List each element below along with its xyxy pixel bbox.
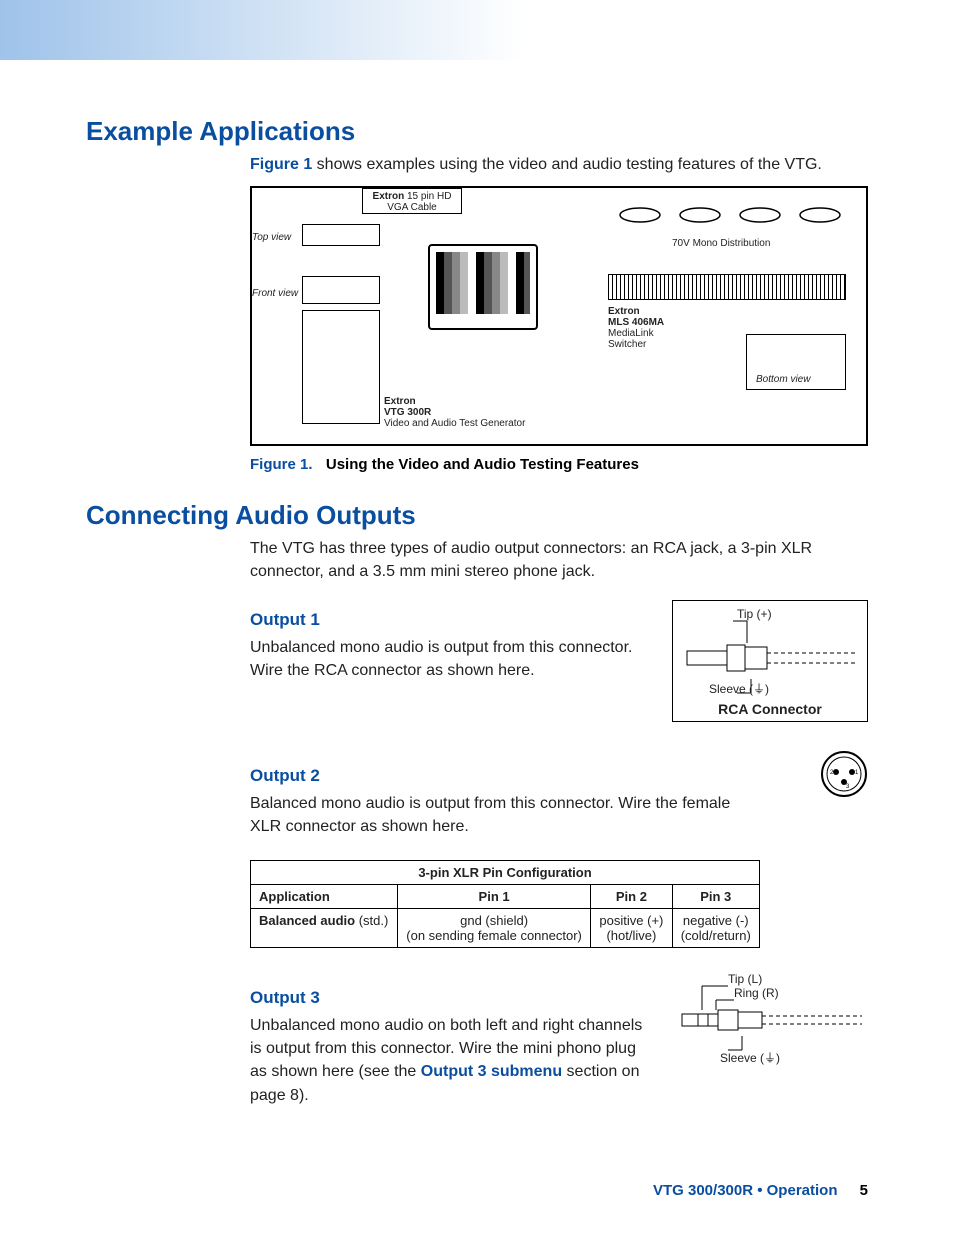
figure-1-caption: Figure 1. Using the Video and Audio Test… bbox=[250, 456, 868, 474]
footer-text: VTG 300/300R • Operation bbox=[653, 1182, 837, 1199]
mini-phono-diagram: Tip (L) Ring (R) Sleeve (⏚) bbox=[672, 972, 868, 1072]
rca-caption: RCA Connector bbox=[673, 701, 867, 717]
mls-brand: Extron bbox=[608, 306, 640, 317]
phono-sleeve-label: Sleeve (⏚) bbox=[720, 1049, 780, 1066]
top-view-label: Top view bbox=[252, 232, 291, 243]
table-row-pin2: positive (+)(hot/live) bbox=[591, 908, 672, 947]
svg-text:1: 1 bbox=[855, 770, 859, 776]
mls-desc1: MediaLink bbox=[608, 328, 654, 339]
header-gradient bbox=[0, 0, 954, 60]
mls-model: MLS 406MA bbox=[608, 317, 664, 328]
output-2-body: Balanced mono audio is output from this … bbox=[250, 792, 750, 838]
cable-brand: Extron bbox=[373, 191, 405, 202]
table-row-pin1: gnd (shield)(on sending female connector… bbox=[397, 908, 590, 947]
table-row-pin3: negative (-)(cold/return) bbox=[672, 908, 759, 947]
vtg-model: VTG 300R bbox=[384, 407, 431, 418]
figure-1-diagram: Extron 15 pin HD VGA Cable Top view Fron… bbox=[250, 186, 868, 446]
table-header-pin2: Pin 2 bbox=[591, 884, 672, 908]
vtg-desc: Video and Audio Test Generator bbox=[384, 418, 525, 429]
intro-text: shows examples using the video and audio… bbox=[312, 156, 822, 173]
output-3-body: Unbalanced mono audio on both left and r… bbox=[250, 1014, 652, 1107]
output-2-heading: Output 2 bbox=[250, 766, 800, 786]
front-view-label: Front view bbox=[252, 288, 298, 299]
xlr-connector-icon: 2 1 3 bbox=[820, 750, 868, 798]
output-1-body: Unbalanced mono audio is output from thi… bbox=[250, 636, 652, 682]
table-header-pin3: Pin 3 bbox=[672, 884, 759, 908]
xlr-pin-table: 3-pin XLR Pin Configuration Application … bbox=[250, 860, 760, 948]
page-footer: VTG 300/300R • Operation 5 bbox=[653, 1182, 868, 1199]
table-header-pin1: Pin 1 bbox=[397, 884, 590, 908]
connecting-intro: The VTG has three types of audio output … bbox=[250, 537, 868, 583]
svg-text:3: 3 bbox=[846, 784, 850, 790]
vtg-brand: Extron bbox=[384, 396, 416, 407]
rca-sleeve-label: Sleeve (⏚) bbox=[709, 680, 769, 697]
intro-paragraph: Figure 1 shows examples using the video … bbox=[250, 153, 868, 176]
rca-connector-diagram: Tip (+) Sleeve (⏚) bbox=[672, 600, 868, 722]
page-number: 5 bbox=[860, 1182, 868, 1199]
bottom-view-label: Bottom view bbox=[756, 374, 810, 385]
heading-connecting-audio: Connecting Audio Outputs bbox=[86, 500, 868, 531]
output-3-submenu-link[interactable]: Output 3 submenu bbox=[421, 1063, 562, 1080]
table-row-application: Balanced audio (std.) bbox=[251, 908, 398, 947]
table-header-application: Application bbox=[251, 884, 398, 908]
figure-1-caption-desc: Using the Video and Audio Testing Featur… bbox=[326, 456, 639, 473]
distribution-label: 70V Mono Distribution bbox=[672, 238, 770, 249]
mls-desc2: Switcher bbox=[608, 339, 646, 350]
output-3-heading: Output 3 bbox=[250, 988, 652, 1008]
table-title: 3-pin XLR Pin Configuration bbox=[251, 860, 760, 884]
figure-reference: Figure 1 bbox=[250, 156, 312, 173]
output-1-heading: Output 1 bbox=[250, 610, 652, 630]
figure-1-caption-lead: Figure 1. bbox=[250, 456, 313, 473]
heading-example-applications: Example Applications bbox=[86, 116, 868, 147]
